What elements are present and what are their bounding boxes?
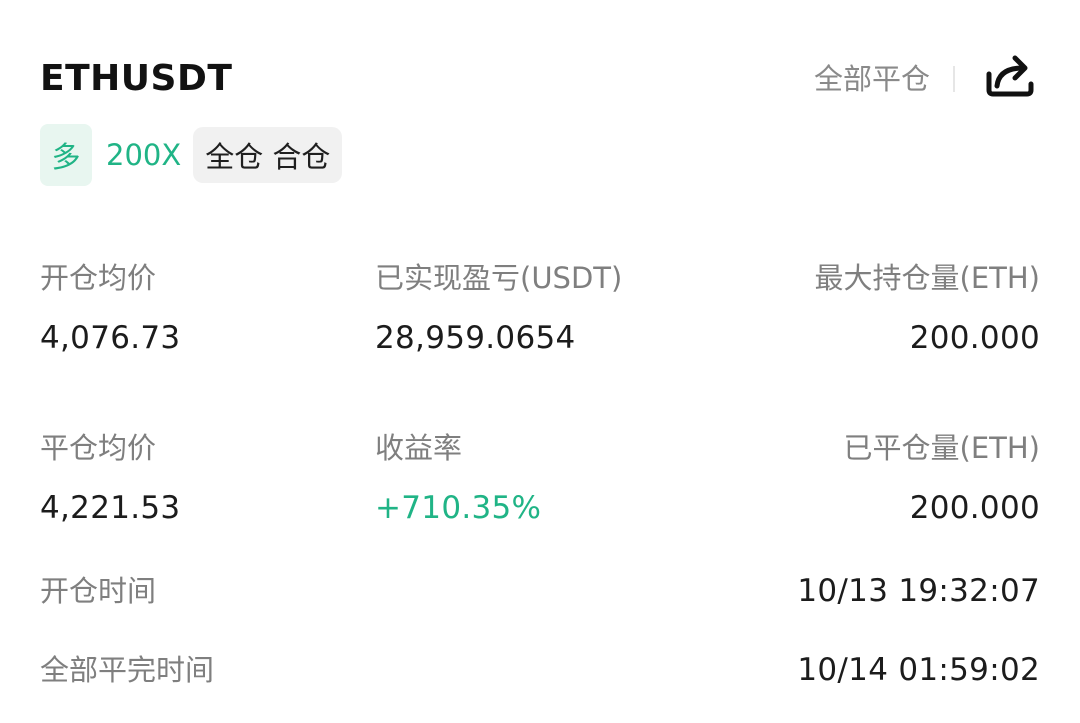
close-all-button[interactable]: 全部平仓 [814, 60, 930, 98]
closed-qty-label: 已平仓量(ETH) [843, 431, 1040, 465]
roi-label: 收益率 [375, 431, 463, 465]
realized-pnl-value: 28,959.0654 [375, 320, 576, 356]
roi-value: +710.35% [375, 490, 542, 526]
close-avg-price-value: 4,221.53 [40, 490, 181, 526]
margin-mode-badge: 全仓 合仓 [193, 127, 343, 183]
full-close-time-value: 10/14 01:59:02 [797, 652, 1040, 688]
share-button[interactable] [983, 50, 1037, 100]
realized-pnl-label: 已实现盈亏(USDT) [375, 261, 623, 295]
max-position-label: 最大持仓量(ETH) [814, 261, 1040, 295]
share-icon [986, 55, 1034, 97]
header-divider [953, 66, 955, 92]
leverage-badge: 200X [106, 138, 182, 172]
open-time-value: 10/13 19:32:07 [797, 573, 1040, 609]
symbol-title: ETHUSDT [40, 58, 233, 99]
full-close-time-label: 全部平完时间 [40, 653, 215, 687]
open-avg-price-label: 开仓均价 [40, 261, 157, 295]
closed-qty-value: 200.000 [909, 490, 1040, 526]
close-avg-price-label: 平仓均价 [40, 431, 157, 465]
open-time-label: 开仓时间 [40, 574, 157, 608]
position-tags: 多 200X 全仓 合仓 [40, 124, 343, 186]
open-avg-price-value: 4,076.73 [40, 320, 181, 356]
max-position-value: 200.000 [909, 320, 1040, 356]
side-badge: 多 [40, 124, 92, 186]
